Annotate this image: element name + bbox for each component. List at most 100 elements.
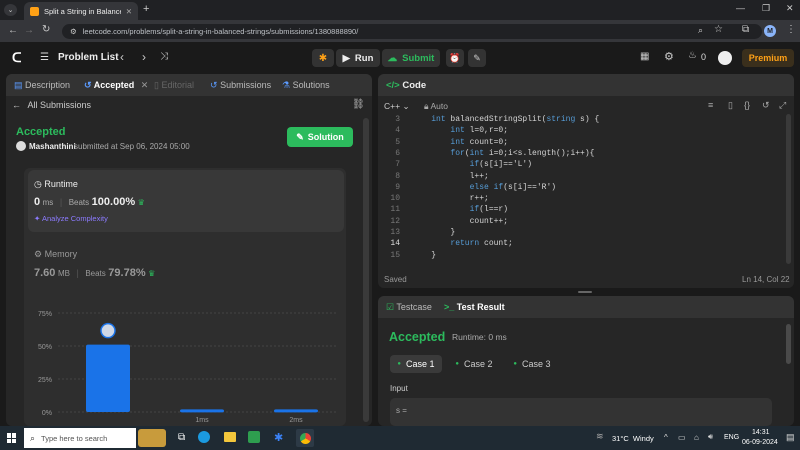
braces-icon[interactable]: {} bbox=[744, 100, 750, 110]
share-link-icon[interactable]: ⛓ bbox=[352, 99, 365, 110]
new-tab-icon[interactable]: + bbox=[143, 3, 149, 15]
back-icon[interactable]: ← bbox=[8, 25, 18, 36]
bookmark-star-icon[interactable]: ☆ bbox=[714, 24, 723, 35]
file-explorer-icon[interactable] bbox=[224, 432, 236, 442]
close-accepted-tab-icon[interactable]: ✕ bbox=[141, 80, 149, 90]
code-line: 6 for(int i=0;i<s.length();i++){ bbox=[378, 149, 782, 160]
bookmark-icon[interactable]: ▯ bbox=[728, 100, 733, 111]
network-icon[interactable]: ⌂ bbox=[694, 433, 699, 442]
tab-search-button[interactable]: ⌄ bbox=[4, 4, 17, 16]
run-label: Run bbox=[354, 52, 374, 64]
site-info-icon[interactable]: ⚙ bbox=[70, 27, 77, 36]
chart-bar[interactable] bbox=[86, 344, 130, 412]
clock-icon: ◷ bbox=[34, 179, 42, 189]
notes-button[interactable]: ✎ bbox=[468, 49, 486, 67]
settings-gear-icon[interactable]: ⚙ bbox=[664, 50, 674, 63]
clock-time[interactable]: 14:31 bbox=[752, 429, 770, 436]
edge-browser-icon[interactable] bbox=[198, 431, 210, 443]
browser-menu-icon[interactable]: ⋮ bbox=[786, 24, 796, 35]
tab-editorial[interactable]: ▯ Editorial bbox=[154, 80, 194, 91]
runtime-label: Runtime bbox=[44, 179, 78, 189]
case-1-tab[interactable]: ● Case 1 bbox=[390, 355, 442, 373]
tray-chevron-icon[interactable]: ^ bbox=[664, 433, 668, 442]
close-tab-icon[interactable]: ✕ bbox=[126, 7, 132, 16]
memory-header[interactable]: ⚙ Memory bbox=[34, 249, 77, 260]
profile-avatar[interactable]: M bbox=[764, 25, 776, 37]
debug-button[interactable]: ✱ bbox=[312, 49, 334, 67]
next-problem-icon[interactable]: › bbox=[142, 50, 146, 64]
extensions-icon[interactable]: ⧉ bbox=[742, 24, 749, 35]
tab-description[interactable]: ▤ Description bbox=[14, 80, 70, 91]
line-number: 5 bbox=[395, 137, 400, 147]
sparkle-icon: ✦ bbox=[34, 214, 41, 223]
memory-chip-icon: ⚙ bbox=[34, 249, 43, 259]
result-scrollbar[interactable] bbox=[786, 324, 791, 364]
submit-button[interactable]: ☁ Submit bbox=[382, 49, 440, 67]
format-icon[interactable]: ≡ bbox=[708, 100, 713, 110]
language-indicator[interactable]: ENG bbox=[724, 434, 739, 441]
checkbox-icon: ☑ bbox=[386, 302, 395, 312]
tab-test-result[interactable]: >_ Test Result bbox=[444, 302, 505, 312]
timer-button[interactable]: ⏰ bbox=[446, 49, 464, 67]
prev-problem-icon[interactable]: ‹ bbox=[120, 50, 124, 64]
code-header bbox=[378, 74, 794, 96]
close-window-icon[interactable]: ✕ bbox=[786, 3, 794, 14]
panel-resize-handle[interactable] bbox=[578, 291, 592, 293]
submitter-name[interactable]: Mashanthini bbox=[29, 142, 76, 151]
tab-testcase[interactable]: ☑ Testcase bbox=[386, 302, 432, 313]
line-text: if(l==r) bbox=[469, 205, 509, 215]
case-2-tab[interactable]: ● Case 2 bbox=[448, 355, 500, 373]
premium-button[interactable]: Premium bbox=[742, 49, 794, 67]
clock-date[interactable]: 06-09-2024 bbox=[742, 439, 778, 446]
run-button[interactable]: ▶ Run bbox=[336, 49, 380, 67]
y-tick-label: 25% bbox=[38, 377, 52, 384]
all-submissions-link[interactable]: ← All Submissions bbox=[12, 100, 91, 110]
forward-icon[interactable]: → bbox=[24, 25, 34, 36]
leetcode-logo-icon[interactable]: ᑕ bbox=[12, 50, 26, 66]
weather-text[interactable]: 31°C Windy bbox=[612, 434, 654, 443]
bluetooth-icon[interactable]: ✱ bbox=[274, 431, 283, 444]
tab-submissions[interactable]: ↺ Submissions bbox=[210, 80, 271, 91]
chart-bar[interactable] bbox=[274, 409, 318, 413]
chart-bar[interactable] bbox=[180, 409, 224, 413]
minimize-icon[interactable]: — bbox=[736, 3, 745, 13]
code-editor[interactable]: 3 int balancedStringSplit(string s) {4 i… bbox=[378, 115, 782, 265]
tab-solutions[interactable]: ⚗ Solutions bbox=[282, 80, 330, 91]
y-tick-label: 50% bbox=[38, 344, 52, 351]
streak-fire-icon[interactable]: ♨ bbox=[688, 50, 697, 61]
windows-start-icon[interactable] bbox=[7, 433, 17, 443]
tab-accepted[interactable]: ↺ Accepted ✕ bbox=[84, 80, 148, 91]
url-field[interactable]: ⚙ leetcode.com/problems/split-a-string-i… bbox=[62, 24, 762, 39]
submissions-icon: ↺ bbox=[210, 80, 218, 90]
reload-icon[interactable]: ↻ bbox=[42, 24, 50, 35]
line-text: return count; bbox=[450, 239, 513, 249]
layout-grid-icon[interactable]: ▦ bbox=[640, 51, 649, 62]
chrome-icon[interactable] bbox=[296, 429, 314, 447]
tray-app-icon[interactable]: ▭ bbox=[678, 433, 686, 442]
browser-tab[interactable]: Split a String in Balanced String ✕ bbox=[24, 2, 138, 20]
back-arrow-icon: ← bbox=[12, 100, 21, 110]
shuffle-icon[interactable]: ⤨ bbox=[160, 51, 168, 62]
weather-widget-icon[interactable] bbox=[138, 429, 166, 447]
fullscreen-icon[interactable]: ⤢ bbox=[779, 100, 786, 111]
language-select[interactable]: C++ ⌄ bbox=[384, 101, 410, 112]
volume-icon[interactable]: 🔊︎ bbox=[708, 432, 713, 442]
reset-icon[interactable]: ↺ bbox=[762, 100, 770, 111]
taskbar-search[interactable]: ⌕ Type here to search bbox=[24, 428, 136, 448]
store-icon[interactable] bbox=[248, 431, 260, 443]
zoom-icon[interactable]: ⌕ bbox=[698, 25, 703, 36]
left-panel-scrollbar[interactable] bbox=[363, 118, 369, 422]
problem-list-link[interactable]: Problem List bbox=[58, 52, 119, 63]
line-text: int balancedStringSplit(string s) { bbox=[431, 115, 600, 124]
y-tick-label: 0% bbox=[42, 410, 52, 417]
solution-button[interactable]: ✎ Solution bbox=[287, 127, 353, 147]
task-view-icon[interactable]: ⧉ bbox=[178, 432, 185, 443]
maximize-icon[interactable]: ❐ bbox=[762, 3, 770, 14]
code-scrollbar[interactable] bbox=[786, 114, 791, 264]
case-3-tab[interactable]: ● Case 3 bbox=[506, 355, 558, 373]
notification-icon[interactable]: ▤ bbox=[786, 432, 795, 443]
submitted-time: submitted at Sep 06, 2024 05:00 bbox=[74, 142, 190, 151]
analyze-complexity-link[interactable]: ✦ Analyze Complexity bbox=[34, 214, 108, 223]
user-avatar[interactable] bbox=[718, 51, 732, 65]
auto-mode[interactable]: 🔒︎ Auto bbox=[424, 101, 448, 112]
